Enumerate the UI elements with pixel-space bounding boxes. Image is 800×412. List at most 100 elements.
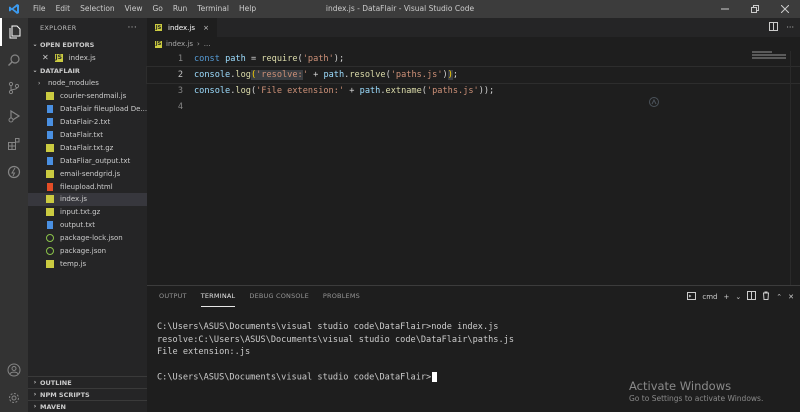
code-editor[interactable]: 1 const path = require('path'); 2 consol…	[146, 51, 800, 285]
split-terminal-icon[interactable]	[747, 291, 757, 302]
breadcrumb-more[interactable]: ...	[204, 40, 211, 48]
chevron-down-icon: ⌄	[32, 41, 38, 48]
terminal-prompt-line: C:\Users\ASUS\Documents\visual studio co…	[157, 372, 514, 385]
js-file-icon	[46, 259, 54, 268]
terminal-prompt: C:\Users\ASUS\Documents\visual studio co…	[157, 372, 432, 383]
explorer-title: EXPLORER	[40, 24, 77, 32]
tab-problems[interactable]: PROBLEMS	[323, 286, 360, 307]
file-label: DataFlair.txt	[60, 131, 104, 139]
search-icon[interactable]	[0, 46, 28, 74]
file-item[interactable]: DataFlair.txt.gz	[28, 141, 147, 154]
tab-output[interactable]: OUTPUT	[159, 286, 187, 307]
js-file-icon	[46, 92, 54, 101]
chevron-right-icon: ›	[33, 379, 37, 386]
file-item[interactable]: DataFlair fileupload De...	[28, 103, 147, 116]
remote-explorer-icon[interactable]	[0, 158, 28, 186]
new-terminal-plus-icon[interactable]: +	[724, 293, 730, 301]
js-file-icon: JS	[155, 24, 162, 31]
tab-index-js[interactable]: JS index.js ×	[147, 18, 217, 37]
file-item[interactable]: package-lock.json	[28, 232, 147, 245]
overview-ruler[interactable]	[790, 51, 800, 285]
file-label: input.txt.gz	[60, 208, 101, 217]
shell-selector[interactable]: cmd	[702, 293, 717, 301]
file-item[interactable]: DataFliar_output.txt	[28, 154, 147, 167]
html-file-icon	[47, 182, 53, 191]
file-label: DataFlair-2.txt	[60, 118, 111, 127]
sidebar-bottom-sections: › OUTLINE › NPM SCRIPTS › MAVEN	[28, 376, 147, 412]
trash-icon[interactable]	[762, 291, 770, 302]
terminal-icon	[687, 291, 697, 302]
tab-close-icon[interactable]: ×	[203, 24, 209, 32]
outline-label: OUTLINE	[40, 378, 72, 387]
close-window-button[interactable]	[770, 0, 800, 18]
more-actions-icon[interactable]: ···	[786, 23, 794, 32]
chevron-up-icon[interactable]: ⌃	[776, 293, 782, 301]
menu-selection[interactable]: Selection	[75, 0, 120, 18]
extensions-icon[interactable]	[0, 130, 28, 158]
menu-terminal[interactable]: Terminal	[192, 0, 234, 18]
source-control-icon[interactable]	[0, 74, 28, 102]
file-label: node_modules	[48, 79, 99, 88]
open-editors-section[interactable]: ⌄ OPEN EDITORS	[28, 38, 147, 51]
menu-run[interactable]: Run	[168, 0, 192, 18]
file-item[interactable]: email-sendgrid.js	[28, 167, 147, 180]
file-item[interactable]: temp.js	[28, 257, 147, 270]
file-label: output.txt	[60, 221, 95, 230]
json-file-icon	[46, 247, 54, 256]
breadcrumb-file[interactable]: index.js	[166, 40, 193, 48]
editor-tab-bar: JS index.js × ···	[147, 18, 800, 37]
file-item[interactable]: package.json	[28, 245, 147, 258]
menu-view[interactable]: View	[120, 0, 148, 18]
watermark-logo-icon	[649, 95, 689, 109]
file-item[interactable]: index.js	[28, 193, 147, 206]
menu-edit[interactable]: Edit	[51, 0, 76, 18]
run-debug-icon[interactable]	[0, 102, 28, 130]
archive-file-icon	[46, 208, 54, 217]
file-item[interactable]: courier-sendmail.js	[28, 90, 147, 103]
line-number: 4	[177, 102, 183, 112]
file-item[interactable]: DataFlair-2.txt	[28, 116, 147, 129]
activate-windows-subtitle: Go to Settings to activate Windows.	[629, 394, 764, 403]
npm-scripts-section[interactable]: › NPM SCRIPTS	[28, 388, 147, 400]
close-panel-icon[interactable]: ✕	[788, 293, 794, 301]
file-item[interactable]: output.txt	[28, 219, 147, 232]
terminal-output[interactable]: C:\Users\ASUS\Documents\visual studio co…	[157, 322, 514, 385]
chevron-right-icon: ›	[33, 403, 37, 410]
explorer-icon[interactable]	[0, 18, 28, 46]
editor-actions: ···	[769, 18, 794, 37]
file-item[interactable]: DataFlair.txt	[28, 129, 147, 142]
outline-section[interactable]: › OUTLINE	[28, 376, 147, 388]
minimap[interactable]	[752, 51, 786, 61]
open-editor-item[interactable]: ✕ JS index.js	[28, 51, 147, 64]
restore-button[interactable]	[740, 0, 770, 18]
close-icon[interactable]: ✕	[42, 53, 49, 62]
file-item[interactable]: › node_modules	[28, 77, 147, 90]
account-icon[interactable]	[0, 356, 28, 384]
minimize-button[interactable]	[710, 0, 740, 18]
more-actions-icon[interactable]: ···	[128, 23, 137, 33]
file-label: package.json	[60, 247, 107, 256]
menu-file[interactable]: File	[28, 0, 51, 18]
menu-go[interactable]: Go	[147, 0, 167, 18]
chevron-down-icon[interactable]: ⌄	[735, 293, 741, 301]
breadcrumb: JS index.js › ...	[147, 37, 800, 51]
menu-bar: File Edit Selection View Go Run Terminal…	[28, 0, 261, 18]
settings-gear-icon[interactable]	[0, 384, 28, 412]
js-file-icon: JS	[155, 40, 162, 48]
vscode-logo-icon	[0, 0, 28, 18]
tab-debug-console[interactable]: DEBUG CONSOLE	[249, 286, 309, 307]
file-item[interactable]: input.txt.gz	[28, 206, 147, 219]
maven-section[interactable]: › MAVEN	[28, 400, 147, 412]
file-item[interactable]: fileupload.html	[28, 180, 147, 193]
tab-terminal[interactable]: TERMINAL	[200, 286, 236, 307]
text-file-icon	[47, 118, 53, 127]
text-file-icon	[47, 156, 53, 165]
activity-bar-bottom	[0, 356, 28, 412]
npm-scripts-label: NPM SCRIPTS	[40, 390, 90, 399]
split-editor-icon[interactable]	[769, 22, 779, 33]
terminal-line: resolve:C:\Users\ASUS\Documents\visual s…	[157, 334, 514, 345]
dataflair-folder-section[interactable]: ⌄ DATAFLAIR	[28, 64, 147, 77]
code-text: console.log('File extension:' + path.ext…	[194, 86, 495, 96]
menu-help[interactable]: Help	[234, 0, 261, 18]
